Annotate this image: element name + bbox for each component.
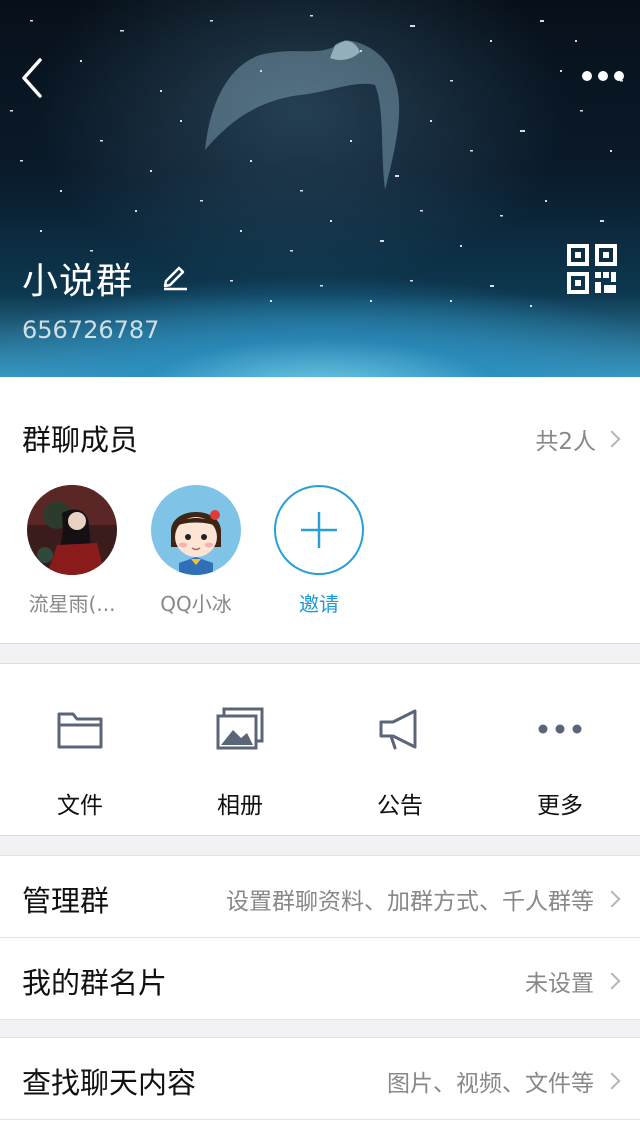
invite-button[interactable]: 邀请 [269,485,369,617]
avatar [27,485,117,575]
folder-icon [57,712,103,749]
tool-album[interactable]: 相册 [160,702,320,820]
row-next-partial [0,1120,640,1138]
members-title: 群聊成员 [22,423,139,457]
row-label: 管理群 [22,884,110,918]
tool-more[interactable]: 更多 [480,702,640,820]
chevron-right-icon [603,890,621,908]
group-id: 656726787 [22,316,160,344]
back-arrow-icon [22,58,42,98]
qr-code-icon[interactable] [566,243,618,295]
plus-icon [301,512,337,548]
divider [0,1019,640,1020]
row-label: 查找聊天内容 [22,1066,197,1100]
tools-section: 文件 相册 公告 更多 [0,663,640,836]
tool-announcement[interactable]: 公告 [320,702,480,820]
invite-label: 邀请 [299,592,339,616]
member-name: 流星雨(... [28,592,116,616]
tool-label: 公告 [377,793,423,819]
more-icon [538,724,582,734]
row-label: 我的群名片 [22,966,168,1000]
member-count: 共2人 [535,429,596,455]
invite-circle [274,485,364,575]
group-name: 小说群 [22,261,134,302]
group-header-banner: 小说群 656726787 [0,0,640,377]
avatar [151,485,241,575]
tool-files[interactable]: 文件 [0,702,160,820]
row-my-group-card[interactable]: 我的群名片 未设置 [0,938,640,1019]
row-manage-group[interactable]: 管理群 设置群聊资料、加群方式、千人群等 [0,856,640,937]
members-section: 群聊成员 共2人 流星雨(... QQ小冰 邀请 [0,377,640,644]
row-search-chat[interactable]: 查找聊天内容 图片、视频、文件等 [0,1038,640,1119]
row-value: 未设置 [525,971,594,997]
row-value: 设置群聊资料、加群方式、千人群等 [226,889,594,915]
member-name: QQ小冰 [160,592,232,616]
member-item[interactable]: QQ小冰 [146,485,246,617]
back-button[interactable] [14,54,54,102]
chevron-right-icon [603,430,621,448]
tool-label: 文件 [57,793,103,819]
edit-name-icon[interactable] [160,261,190,291]
more-options-button[interactable] [580,62,626,90]
member-item[interactable]: 流星雨(... [22,485,122,617]
tool-label: 更多 [537,793,583,819]
ellipsis-icon [582,71,624,81]
row-value: 图片、视频、文件等 [387,1071,594,1097]
tool-label: 相册 [217,793,263,819]
member-count-link[interactable]: 共2人 [535,422,621,456]
chevron-right-icon [603,1072,621,1090]
chevron-right-icon [603,972,621,990]
megaphone-icon [379,709,417,750]
album-icon [216,707,264,750]
